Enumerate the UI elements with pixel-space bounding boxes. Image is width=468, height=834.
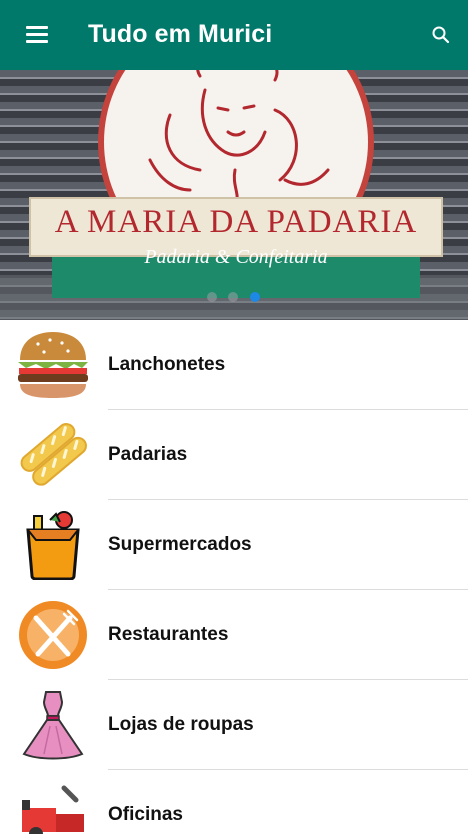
hamburger-icon [18, 332, 88, 398]
category-label: Restaurantes [108, 624, 229, 645]
category-list: Lanchonetes Padarias Supermercados Resta… [0, 320, 468, 834]
category-label: Oficinas [108, 804, 183, 825]
bread-icon [20, 423, 87, 486]
fork-knife-icon [19, 601, 87, 669]
sign-title: A MARIA DA PADARIA [55, 204, 417, 240]
sign-subtitle: Padaria & Confeitaria [143, 246, 327, 268]
dress-icon [22, 691, 84, 760]
list-item[interactable]: Supermercados [0, 500, 468, 590]
category-label: Lojas de roupas [108, 714, 254, 735]
category-label: Padarias [108, 444, 188, 465]
list-item[interactable]: Lojas de roupas [0, 680, 468, 770]
app-title: Tudo em Murici [88, 20, 273, 48]
category-label: Lanchonetes [108, 354, 226, 375]
hamburger-menu-icon[interactable] [24, 22, 52, 48]
car-repair-icon [22, 785, 84, 834]
bakery-sign-image: A MARIA DA PADARIA Padaria & Confeitaria [0, 70, 468, 320]
carousel-dot[interactable] [228, 292, 238, 302]
category-label: Supermercados [108, 534, 252, 555]
list-item[interactable]: Lanchonetes [0, 320, 468, 410]
banner-carousel[interactable]: A MARIA DA PADARIA Padaria & Confeitaria [0, 70, 468, 320]
app-bar: Tudo em Murici [0, 0, 468, 70]
carousel-dot[interactable] [207, 292, 217, 302]
grocery-bag-icon [26, 511, 80, 580]
list-item[interactable]: Padarias [0, 410, 468, 500]
carousel-dot-active[interactable] [250, 292, 260, 302]
list-item[interactable]: Restaurantes [0, 590, 468, 680]
search-icon[interactable] [428, 22, 454, 48]
list-item[interactable]: Oficinas [0, 770, 468, 834]
